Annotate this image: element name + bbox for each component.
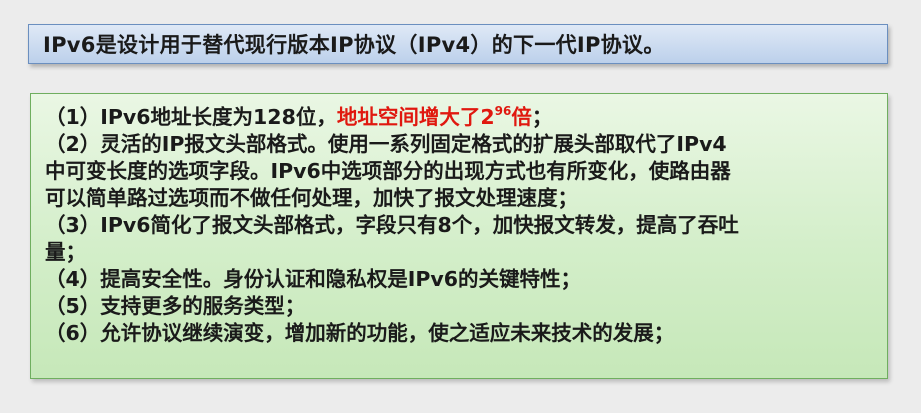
item-1-highlight-text: 地址空间增大了2 [336, 105, 495, 129]
item-3-line-2: 量； [45, 240, 86, 264]
slide-title: IPv6是设计用于替代现行版本IP协议（IPv4）的下一代IP协议。 [43, 33, 665, 57]
title-box: IPv6是设计用于替代现行版本IP协议（IPv4）的下一代IP协议。 [28, 24, 888, 64]
item-6-line: （6）允许协议继续演变，增加新的功能，使之适应未来技术的发展； [45, 321, 675, 345]
content-box: （1）IPv6地址长度为128位，地址空间增大了296倍； （2）灵活的IP报文… [30, 93, 888, 379]
item-2-line-3: 可以简单路过选项而不做任何处理，加快了报文处理速度； [45, 186, 578, 210]
item-2-line-1: （2）灵活的IP报文头部格式。使用一系列固定格式的扩展头部取代了IPv4 [45, 132, 727, 156]
item-2-line-2: 中可变长度的选项字段。IPv6中选项部分的出现方式也有所变化，使路由器 [45, 159, 731, 183]
item-1-line: （1）IPv6地址长度为128位，地址空间增大了296倍； [45, 104, 873, 131]
item-1-highlight-end: 倍 [511, 105, 532, 129]
item-4-line: （4）提高安全性。身份认证和隐私权是IPv6的关键特性； [45, 267, 582, 291]
item-1-suffix: ； [531, 105, 553, 129]
item-1-prefix: （1）IPv6地址长度为128位， [45, 105, 337, 129]
item-3-line-1: （3）IPv6简化了报文头部格式，字段只有8个，加快报文转发，提高了吞吐 [45, 213, 739, 237]
item-5-line: （5）支持更多的服务类型； [45, 294, 306, 318]
item-1-exponent: 96 [494, 104, 512, 118]
item-1-highlight: 地址空间增大了296倍 [337, 105, 532, 129]
